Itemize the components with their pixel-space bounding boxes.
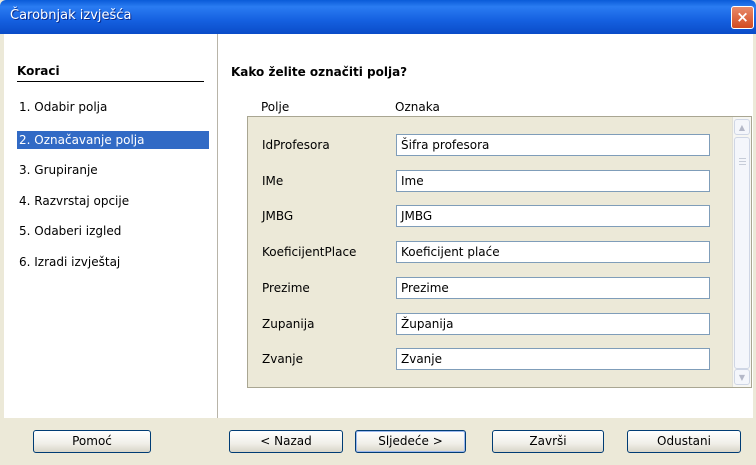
step-sort-options[interactable]: 4. Razvrstaj opcije — [17, 192, 209, 210]
back-button[interactable]: < Nazad — [229, 430, 343, 453]
steps-title: Koraci — [17, 64, 60, 78]
label-input[interactable]: Prezime — [396, 277, 710, 299]
window-title: Čarobnjak izvješća — [10, 8, 132, 23]
scrollbar-thumb[interactable] — [734, 137, 750, 369]
field-name: Zvanje — [262, 352, 303, 366]
step-grouping[interactable]: 3. Grupiranje — [17, 161, 209, 179]
label-input[interactable]: Županija — [396, 313, 710, 335]
cancel-button[interactable]: Odustani — [627, 430, 741, 453]
step-label-fields[interactable]: 2. Označavanje polja — [17, 131, 209, 149]
label-input[interactable]: Ime — [396, 170, 710, 192]
grip-line — [739, 164, 746, 165]
main-panel: Kako želite označiti polja? Polje Oznaka… — [218, 34, 753, 418]
field-name: KoeficijentPlace — [262, 245, 357, 259]
field-name: IMe — [262, 174, 284, 188]
scroll-down-icon[interactable]: ▼ — [734, 369, 750, 385]
field-name: Prezime — [262, 281, 310, 295]
column-header-field: Polje — [261, 100, 290, 114]
field-name: Zupanija — [262, 317, 315, 331]
close-icon: × — [736, 8, 749, 26]
steps-divider — [17, 81, 204, 82]
close-button[interactable]: × — [731, 6, 754, 29]
steps-sidebar: Koraci 1. Odabir polja 2. Označavanje po… — [4, 34, 218, 418]
column-header-label: Oznaka — [395, 100, 440, 114]
dialog-content: Koraci 1. Odabir polja 2. Označavanje po… — [4, 34, 753, 418]
field-name: JMBG — [262, 209, 294, 223]
label-input[interactable]: JMBG — [396, 205, 710, 227]
step-choose-layout[interactable]: 5. Odaberi izgled — [17, 222, 209, 240]
scroll-up-icon[interactable]: ▲ — [734, 119, 750, 135]
help-button[interactable]: Pomoć — [33, 430, 151, 453]
grip-line — [739, 158, 746, 159]
fields-panel: IdProfesora Šifra profesora IMe Ime JMBG… — [247, 116, 752, 388]
label-input[interactable]: Šifra profesora — [396, 134, 710, 156]
label-input[interactable]: Zvanje — [396, 348, 710, 370]
step-create-report[interactable]: 6. Izradi izvještaj — [17, 253, 209, 271]
vertical-scrollbar[interactable]: ▲ ▼ — [732, 117, 751, 387]
page-title: Kako želite označiti polja? — [231, 65, 408, 79]
button-bar: Pomoć < Nazad Sljedeće > Završi Odustani — [0, 418, 756, 465]
field-name: IdProfesora — [262, 138, 330, 152]
label-input[interactable]: Koeficijent plaće — [396, 241, 710, 263]
title-bar: Čarobnjak izvješća × — [0, 0, 756, 34]
step-select-fields[interactable]: 1. Odabir polja — [17, 98, 209, 116]
finish-button[interactable]: Završi — [492, 430, 604, 453]
next-button[interactable]: Sljedeće > — [355, 430, 466, 453]
grip-line — [739, 161, 746, 162]
